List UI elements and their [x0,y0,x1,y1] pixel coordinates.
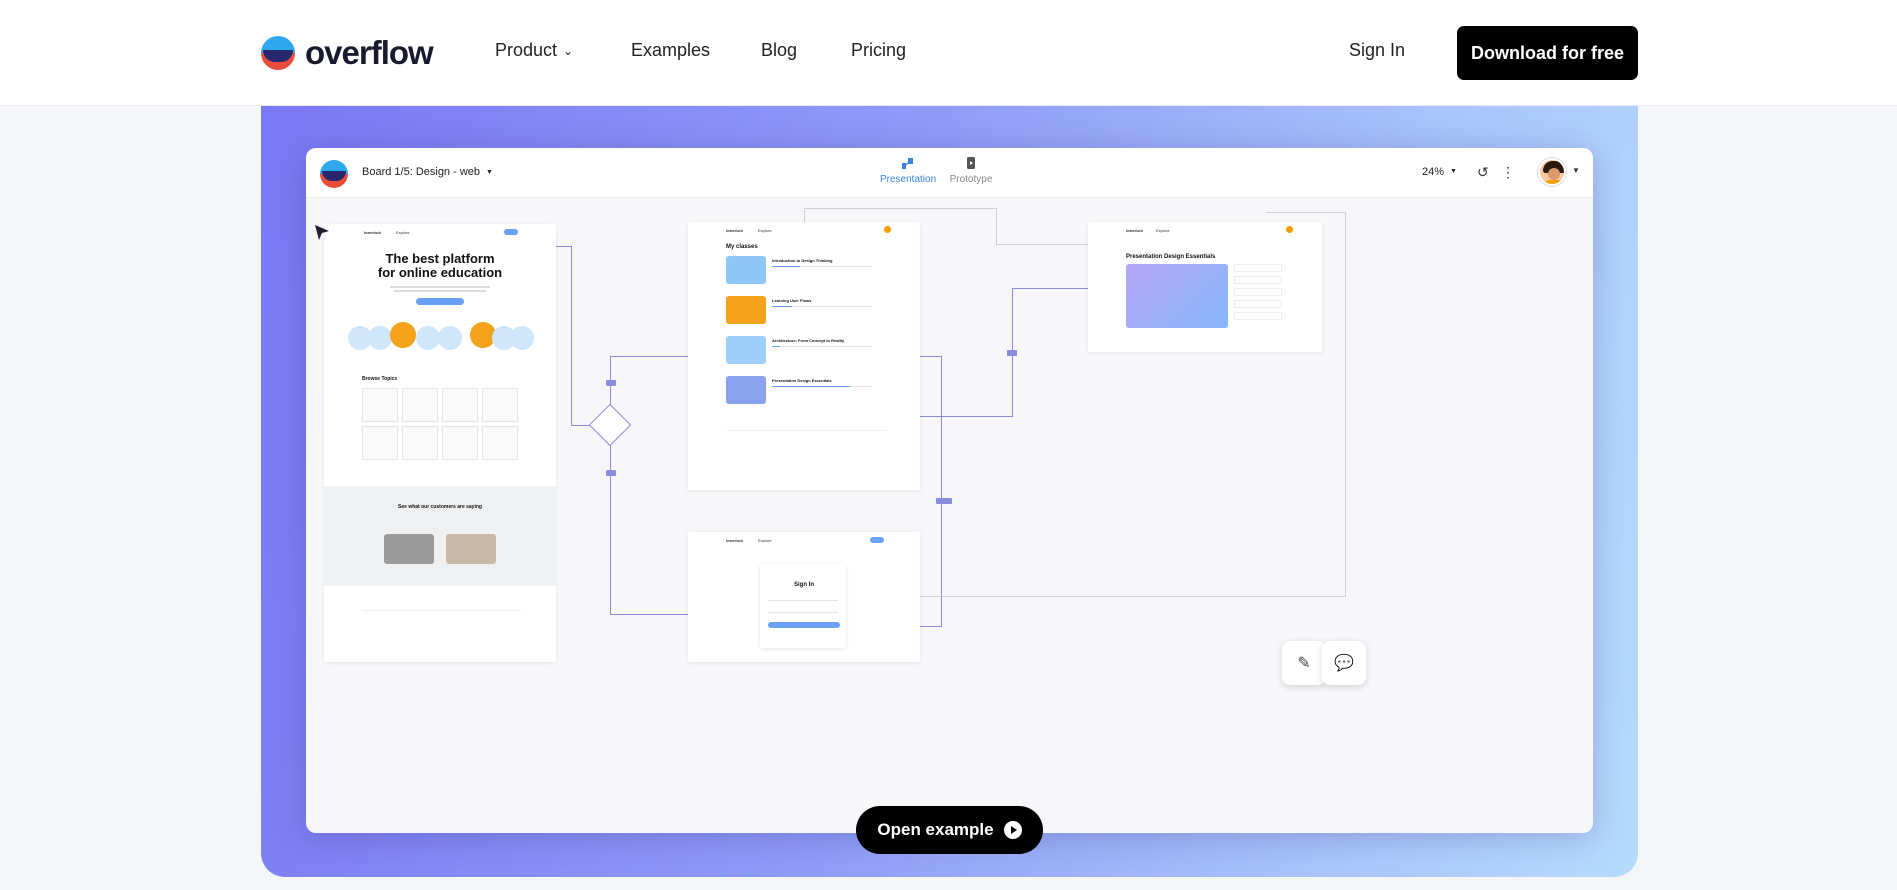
frame-home-page[interactable]: learnhub Explore The best platform for o… [324,224,556,662]
top-navigation: overflow Product ⌄ Examples Blog Pricing… [0,0,1897,106]
browse-topics-heading: Browse Topics [362,376,398,382]
nav-pricing[interactable]: Pricing [851,40,906,61]
cta-pill [416,298,464,305]
download-button[interactable]: Download for free [1457,26,1638,80]
avatar[interactable] [1538,158,1566,186]
class-thumbnail [726,336,766,364]
frame-mini-nav: learnhub Explore [700,537,908,546]
board-preview: Board 1/5: Design - web ▼ Presentation P… [306,148,1593,833]
connector [996,244,1088,245]
chevron-down-icon: ▼ [1450,168,1457,175]
connector-label [1007,350,1017,356]
class-title: Learning User Flows [772,298,812,303]
chevron-down-icon: ⌄ [563,43,574,58]
frame-course-detail[interactable]: learnhub Explore Presentation Design Ess… [1088,222,1322,352]
testimonial-video [384,534,434,564]
class-title: Presentation Design Essentials [772,378,832,383]
zoom-level: 24% [1422,166,1445,178]
board-header: Board 1/5: Design - web ▼ Presentation P… [306,148,1593,198]
tab-presentation-label: Presentation [880,174,937,185]
connector [610,614,688,615]
person-photo [390,322,416,348]
connector [941,356,942,626]
frame-mini-nav: learnhub Explore [1100,226,1310,236]
open-example-button[interactable]: Open example [856,806,1043,854]
connector [610,356,688,357]
connector-label [606,380,616,386]
comments-button[interactable]: 💬 [1322,641,1366,685]
frame-mini-nav: learnhub Explore [700,226,908,236]
history-icon[interactable]: ↺ [1477,164,1489,181]
home-headline-1: The best platform [385,251,495,266]
frame-mini-nav: learnhub Explore [336,229,544,238]
testimonial-video [446,534,496,564]
prototype-icon [967,157,975,169]
connector [918,596,1346,597]
presentation-icon [902,158,913,169]
nav-pricing-label: Pricing [851,40,907,60]
ai-assist-button[interactable]: ✎ [1282,641,1326,685]
nav-blog[interactable]: Blog [761,40,797,61]
board-title: Board 1/5: Design - web [362,166,481,178]
cursor-icon [315,225,329,240]
play-icon [1003,821,1022,839]
testimonials-heading: See what our customers are saying [398,504,482,510]
home-headline-2: for online education [377,265,503,280]
nav-product-label: Product [495,40,558,60]
course-video [1126,264,1228,328]
nav-blog-label: Blog [761,40,798,60]
frame-my-classes[interactable]: learnhub Explore My classes Introduction… [688,222,920,490]
my-classes-heading: My classes [726,244,758,250]
frame-sign-in[interactable]: learnhub Explore Sign In [688,532,920,662]
board-title-selector[interactable]: Board 1/5: Design - web ▼ [362,166,493,178]
connector [918,356,942,357]
connector [1345,212,1346,596]
sign-in-link[interactable]: Sign In [1349,40,1405,61]
connector [804,208,996,209]
comment-icon: 💬 [1334,655,1354,672]
nav-product[interactable]: Product ⌄ [495,40,573,61]
zoom-selector[interactable]: 24% ▼ [1422,166,1457,178]
tab-prototype-label: Prototype [949,174,993,185]
class-thumbnail [726,296,766,324]
chevron-down-icon: ▼ [486,168,493,176]
sign-in-submit [768,622,840,628]
logo-text: overflow [305,34,434,71]
connector [1266,212,1346,213]
board-logo-icon [320,160,348,188]
class-thumbnail [726,256,766,284]
open-example-label: Open example [877,820,994,839]
connector-label [606,470,616,476]
connector-label [936,498,952,504]
connector [571,246,572,426]
decision-node [588,403,632,447]
more-options-icon[interactable]: ⋮ [1501,164,1515,181]
connector [1012,288,1088,289]
magic-edit-icon: ✎ [1297,655,1311,672]
connector [996,208,997,244]
overflow-logo[interactable]: overflow [261,34,434,71]
sign-in-heading: Sign In [794,582,814,588]
tab-prototype[interactable]: Prototype [946,156,996,185]
chevron-down-icon[interactable]: ▼ [1572,166,1580,175]
class-title: Introduction to Design Thinking [772,258,833,263]
class-title: Architecture: From Concept to Reality [772,338,845,343]
class-thumbnail [726,376,766,404]
course-heading: Presentation Design Essentials [1126,254,1216,260]
nav-examples[interactable]: Examples [631,40,710,61]
nav-examples-label: Examples [631,40,711,60]
tab-presentation[interactable]: Presentation [880,156,936,185]
overflow-logo-icon [261,36,295,70]
